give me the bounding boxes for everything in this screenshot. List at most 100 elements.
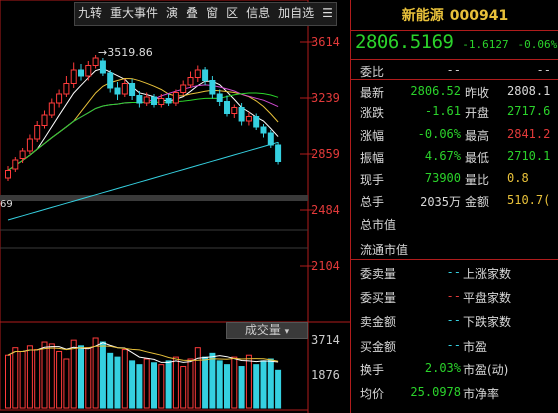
volume-bar bbox=[151, 362, 157, 409]
stat-value: 2.03% bbox=[424, 361, 461, 375]
price-change: -1.6127 bbox=[462, 38, 509, 51]
volume-bar bbox=[121, 349, 128, 409]
separator-band bbox=[0, 195, 308, 201]
float-market-value-label: 流通市值 bbox=[360, 243, 409, 257]
candle-body bbox=[209, 80, 216, 95]
last-price: 2806.5169 bbox=[355, 31, 454, 53]
volume-bar bbox=[70, 339, 77, 409]
toolbar-range[interactable]: 区 bbox=[223, 3, 241, 25]
vol-tick-1876: 1876 bbox=[311, 368, 340, 382]
volume-bar bbox=[216, 360, 223, 409]
toolbar-jiuzhuan[interactable]: 九转 bbox=[75, 3, 105, 25]
toolbar-window[interactable]: 窗 bbox=[203, 3, 221, 25]
volume-bar bbox=[165, 360, 172, 409]
candle-body bbox=[70, 69, 77, 84]
price-tick-3614: 3614 bbox=[311, 35, 340, 49]
menu-icon[interactable]: ☰ bbox=[319, 3, 336, 25]
candle-body bbox=[231, 107, 238, 114]
kline-svg[interactable] bbox=[0, 0, 350, 413]
volume-bar bbox=[231, 356, 238, 409]
volume-tab-label: 成交量 bbox=[244, 323, 281, 337]
quote-label: 涨幅 bbox=[360, 129, 385, 143]
candle-body bbox=[194, 69, 201, 78]
toolbar-add-watchlist[interactable]: 加自选 bbox=[275, 3, 317, 25]
candle-body bbox=[107, 72, 114, 89]
candle-body bbox=[78, 69, 84, 77]
stat-label: 市盈 bbox=[463, 340, 488, 354]
candle-body bbox=[158, 98, 165, 105]
quote-panel: 新能源 000941 2806.5169 -1.6127 -0.06% 委比 --… bbox=[350, 0, 558, 413]
candle-body bbox=[34, 125, 41, 140]
toolbar-overlay[interactable]: 叠 bbox=[183, 3, 201, 25]
quote-value: 4.67% bbox=[424, 149, 461, 163]
quote-label: 振幅 bbox=[360, 151, 385, 165]
divider bbox=[351, 259, 558, 260]
candle-body bbox=[267, 132, 274, 146]
quote-value: 2717.6 bbox=[507, 104, 551, 118]
volume-bar bbox=[202, 356, 209, 409]
stat-label: 平盘家数 bbox=[463, 291, 512, 305]
candle-body bbox=[151, 96, 157, 105]
arrow-left-icon: → bbox=[98, 46, 108, 59]
volume-bar bbox=[194, 347, 201, 409]
stat-label: 市盈(动) bbox=[463, 363, 509, 377]
ma5-line bbox=[7, 67, 279, 171]
quote-value: 2035万 bbox=[420, 195, 461, 209]
candle-body bbox=[260, 126, 267, 134]
high-price-marker: →3519.86 bbox=[98, 46, 153, 59]
candle-body bbox=[180, 84, 187, 93]
divider bbox=[351, 79, 558, 80]
chevron-down-icon: ▾ bbox=[284, 327, 290, 337]
vol-tick-3714: 3714 bbox=[311, 333, 340, 347]
quote-value: -1.61 bbox=[424, 104, 461, 118]
price-change-pct: -0.06% bbox=[517, 38, 558, 51]
quote-label: 最高 bbox=[465, 129, 490, 143]
kline-chart[interactable]: 九转 重大事件 演 叠 窗 区 信息 加自选 ☰ 3614 3239 2859 … bbox=[0, 0, 350, 413]
chart-toolbar: 九转 重大事件 演 叠 窗 区 信息 加自选 ☰ bbox=[74, 2, 337, 26]
stat-label: 卖金额 bbox=[360, 315, 397, 329]
candle-body bbox=[19, 150, 26, 159]
quote-label: 现手 bbox=[360, 173, 385, 187]
quote-label: 总手 bbox=[360, 195, 385, 209]
candle-body bbox=[238, 107, 245, 122]
volume-bar bbox=[34, 349, 41, 409]
stock-name: 新能源 bbox=[401, 8, 444, 24]
volume-bar bbox=[48, 343, 55, 409]
candle-body bbox=[216, 93, 223, 102]
volume-bar bbox=[267, 358, 274, 409]
volume-bar bbox=[187, 358, 194, 409]
candle-body bbox=[99, 60, 106, 74]
ma60-line bbox=[7, 141, 279, 221]
candle-body bbox=[63, 83, 70, 95]
quote-label: 金额 bbox=[465, 195, 490, 209]
volume-bar bbox=[26, 345, 33, 409]
volume-indicator-tab[interactable]: 成交量 ▾ bbox=[226, 322, 308, 339]
weibi-label: 委比 bbox=[360, 65, 385, 79]
quote-value: 2710.1 bbox=[507, 149, 551, 163]
candle-body bbox=[85, 65, 92, 77]
vol-ma10-line bbox=[7, 345, 279, 362]
quote-value: 0.8 bbox=[507, 171, 529, 185]
toolbar-demo[interactable]: 演 bbox=[163, 3, 181, 25]
candle-body bbox=[129, 83, 136, 96]
total-market-value-label: 总市值 bbox=[360, 218, 397, 232]
quote-value: -0.06% bbox=[417, 127, 461, 141]
volume-bar bbox=[99, 341, 106, 409]
candle-body bbox=[121, 83, 128, 95]
quote-label: 昨收 bbox=[465, 86, 490, 100]
volume-bar bbox=[92, 337, 99, 409]
vol-ma5-line bbox=[7, 342, 279, 363]
volume-bar bbox=[238, 366, 245, 409]
volume-bar bbox=[107, 352, 114, 409]
stat-label: 均价 bbox=[360, 387, 385, 401]
quote-label: 最新 bbox=[360, 86, 385, 100]
quote-label: 量比 bbox=[465, 173, 490, 187]
candle-body bbox=[56, 93, 63, 104]
toolbar-major-events[interactable]: 重大事件 bbox=[107, 3, 161, 25]
stat-label: 委卖量 bbox=[360, 267, 397, 281]
toolbar-info[interactable]: 信息 bbox=[243, 3, 273, 25]
ma20-line bbox=[7, 84, 279, 171]
stat-label: 买金额 bbox=[360, 340, 397, 354]
quote-value: 2808.1 bbox=[507, 84, 551, 98]
volume-bar bbox=[275, 369, 282, 409]
